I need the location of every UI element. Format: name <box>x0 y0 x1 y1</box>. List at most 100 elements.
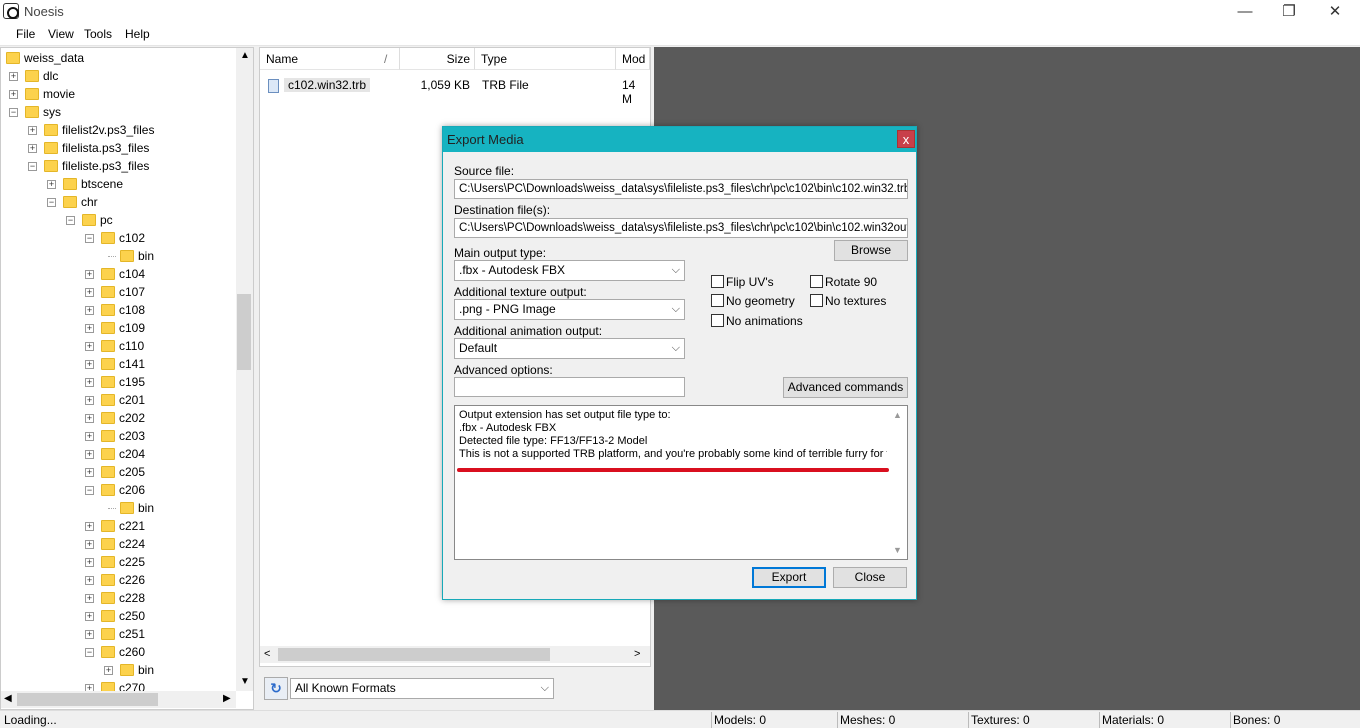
collapse-icon[interactable]: − <box>9 108 18 117</box>
file-row[interactable]: c102.win32.trb 1,059 KB TRB File 14 M <box>266 78 635 106</box>
destination-file-field[interactable]: C:\Users\PC\Downloads\weiss_data\sys\fil… <box>454 218 908 238</box>
scroll-left-icon[interactable]: < <box>264 648 270 660</box>
tree-item[interactable]: + movie <box>1 85 237 103</box>
advanced-commands-button[interactable]: Advanced commands <box>783 377 908 398</box>
tree-item[interactable]: − c260 <box>1 643 237 661</box>
close-window-button[interactable]: ✕ <box>1312 0 1358 24</box>
scroll-right-icon[interactable]: > <box>634 648 640 660</box>
scroll-down-icon[interactable]: ▼ <box>893 545 902 555</box>
expand-icon[interactable]: + <box>85 360 94 369</box>
main-output-type-select[interactable]: .fbx - Autodesk FBX ⌵ <box>454 260 685 281</box>
tree-item[interactable]: + filelista.ps3_files <box>1 139 237 157</box>
tree-item[interactable]: + bin <box>1 661 237 679</box>
tree-item[interactable]: bin <box>1 247 237 265</box>
expand-icon[interactable]: + <box>85 270 94 279</box>
tree-item[interactable]: + c226 <box>1 571 237 589</box>
tree-item[interactable]: − sys <box>1 103 237 121</box>
no-animations-checkbox[interactable] <box>711 314 724 327</box>
expand-icon[interactable]: + <box>85 594 94 603</box>
expand-icon[interactable]: + <box>47 180 56 189</box>
tree-item[interactable]: + c201 <box>1 391 237 409</box>
scroll-down-icon[interactable]: ▼ <box>240 676 250 687</box>
tree-item[interactable]: − chr <box>1 193 237 211</box>
tree-hscroll-thumb[interactable] <box>17 693 158 706</box>
advanced-options-field[interactable] <box>454 377 685 397</box>
tree-item[interactable]: + c104 <box>1 265 237 283</box>
scroll-up-icon[interactable]: ▲ <box>893 410 902 420</box>
menu-view[interactable]: View <box>48 27 74 41</box>
expand-icon[interactable]: + <box>85 414 94 423</box>
tree-item[interactable]: + c224 <box>1 535 237 553</box>
tree-item[interactable]: + c221 <box>1 517 237 535</box>
flip-uvs-checkbox[interactable] <box>711 275 724 288</box>
dialog-close-button[interactable]: x <box>897 130 915 148</box>
column-name[interactable]: Name / <box>260 48 400 70</box>
tree-item[interactable]: + c250 <box>1 607 237 625</box>
tree-item[interactable]: + c195 <box>1 373 237 391</box>
expand-icon[interactable]: + <box>85 468 94 477</box>
tree-vertical-scrollbar[interactable]: ▲ ▼ <box>236 48 253 691</box>
tree-item[interactable]: + c141 <box>1 355 237 373</box>
tree-item[interactable]: + filelist2v.ps3_files <box>1 121 237 139</box>
expand-icon[interactable]: + <box>9 90 18 99</box>
tree-item[interactable]: + c204 <box>1 445 237 463</box>
tree-scroll-thumb[interactable] <box>237 294 251 370</box>
menu-help[interactable]: Help <box>125 27 150 41</box>
no-geometry-checkbox[interactable] <box>711 294 724 307</box>
tree-item[interactable]: bin <box>1 499 237 517</box>
tree-item[interactable]: + c109 <box>1 319 237 337</box>
expand-icon[interactable]: + <box>85 306 94 315</box>
collapse-icon[interactable]: − <box>28 162 37 171</box>
tree-item[interactable]: + c225 <box>1 553 237 571</box>
expand-icon[interactable]: + <box>85 576 94 585</box>
output-log[interactable]: Output extension has set output file typ… <box>454 405 908 560</box>
animation-output-select[interactable]: Default ⌵ <box>454 338 685 359</box>
tree-item[interactable]: + dlc <box>1 67 237 85</box>
expand-icon[interactable]: + <box>85 630 94 639</box>
tree-item[interactable]: − pc <box>1 211 237 229</box>
tree-item[interactable]: weiss_data <box>1 49 237 67</box>
refresh-button[interactable]: ↻ <box>264 677 288 700</box>
folder-tree[interactable]: weiss_data + dlc + movie − sys + filelist2v.ps3_… <box>0 47 254 710</box>
expand-icon[interactable]: + <box>85 396 94 405</box>
expand-icon[interactable]: + <box>85 612 94 621</box>
collapse-icon[interactable]: − <box>85 486 94 495</box>
expand-icon[interactable]: + <box>28 144 37 153</box>
tree-item[interactable]: + c205 <box>1 463 237 481</box>
expand-icon[interactable]: + <box>85 378 94 387</box>
expand-icon[interactable]: + <box>85 558 94 567</box>
browse-button[interactable]: Browse <box>834 240 908 261</box>
expand-icon[interactable]: + <box>28 126 37 135</box>
texture-output-select[interactable]: .png - PNG Image ⌵ <box>454 299 685 320</box>
expand-icon[interactable]: + <box>85 540 94 549</box>
collapse-icon[interactable]: − <box>85 234 94 243</box>
expand-icon[interactable]: + <box>9 72 18 81</box>
no-textures-checkbox[interactable] <box>810 294 823 307</box>
column-size[interactable]: Size <box>400 48 475 70</box>
tree-item[interactable]: + c251 <box>1 625 237 643</box>
column-modified[interactable]: Mod <box>616 48 650 70</box>
filelist-horizontal-scrollbar[interactable]: < > <box>260 646 650 663</box>
rotate-90-checkbox[interactable] <box>810 275 823 288</box>
tree-item[interactable]: − fileliste.ps3_files <box>1 157 237 175</box>
tree-item[interactable]: − c102 <box>1 229 237 247</box>
tree-item[interactable]: + c108 <box>1 301 237 319</box>
tree-item[interactable]: + btscene <box>1 175 237 193</box>
expand-icon[interactable]: + <box>85 342 94 351</box>
close-button[interactable]: Close <box>833 567 907 588</box>
expand-icon[interactable]: + <box>85 432 94 441</box>
minimize-button[interactable]: — <box>1222 0 1268 24</box>
expand-icon[interactable]: + <box>104 666 113 675</box>
scroll-right-icon[interactable]: ▶ <box>223 693 231 704</box>
scroll-left-icon[interactable]: ◀ <box>4 693 12 704</box>
menu-file[interactable]: File <box>16 27 35 41</box>
tree-item[interactable]: − c206 <box>1 481 237 499</box>
tree-item[interactable]: + c202 <box>1 409 237 427</box>
expand-icon[interactable]: + <box>85 450 94 459</box>
collapse-icon[interactable]: − <box>47 198 56 207</box>
tree-item[interactable]: + c203 <box>1 427 237 445</box>
tree-item[interactable]: + c228 <box>1 589 237 607</box>
expand-icon[interactable]: + <box>85 288 94 297</box>
source-file-field[interactable]: C:\Users\PC\Downloads\weiss_data\sys\fil… <box>454 179 908 199</box>
format-filter-select[interactable]: All Known Formats ⌵ <box>290 678 554 699</box>
